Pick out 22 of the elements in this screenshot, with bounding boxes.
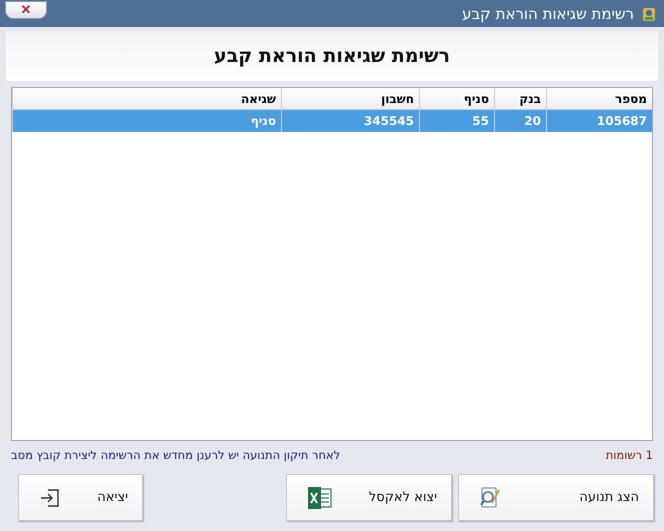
column-header[interactable]: בנק	[494, 88, 546, 109]
column-header[interactable]: מספר	[546, 88, 652, 109]
exit-icon	[39, 486, 61, 508]
page-title: רשימת שגיאות הוראת קבע	[214, 45, 450, 67]
table-cell: 20	[494, 110, 546, 132]
column-header[interactable]: חשבון	[281, 88, 419, 109]
record-count: 1 רשומות	[606, 448, 653, 462]
column-header[interactable]: שגיאה	[12, 88, 281, 109]
app-icon	[642, 6, 656, 22]
table-cell: 55	[419, 110, 494, 132]
exit-button[interactable]: יציאה	[18, 474, 143, 521]
table-cell: 345545	[281, 110, 419, 132]
table-cell: 105687	[546, 110, 652, 132]
spreadsheet-icon	[307, 486, 333, 510]
table-cell: סניף	[12, 110, 281, 132]
magnifier-document-icon	[479, 486, 501, 510]
export-button[interactable]: יצוא לאקסל	[286, 474, 452, 521]
info-note: לאחר תיקון התנועה יש לרענן מחדש את הרשימה ליצירת קובץ מסב	[11, 448, 340, 462]
window-title: רשימת שגיאות הוראת קבע	[462, 4, 634, 22]
close-button[interactable]: ✕	[5, 0, 47, 18]
show-button[interactable]: הצג תנועה	[458, 474, 654, 521]
column-header[interactable]: סניף	[419, 88, 494, 109]
